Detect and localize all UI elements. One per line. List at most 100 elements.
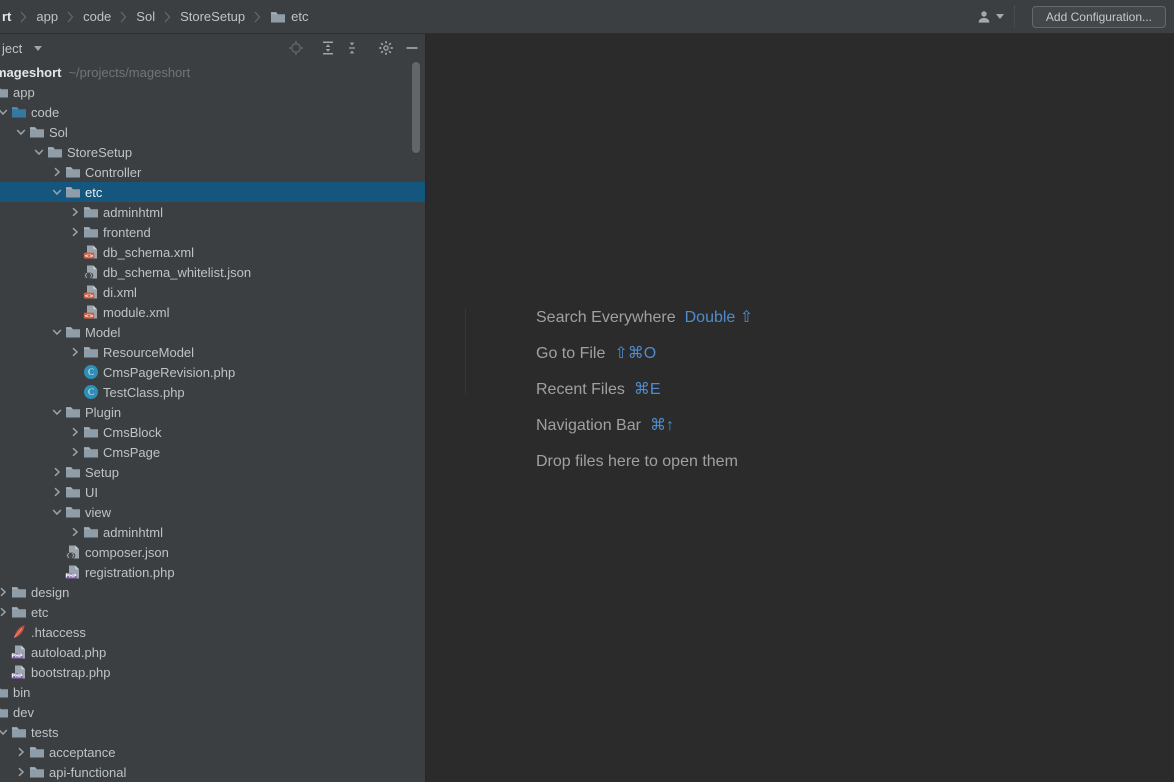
user-menu[interactable] bbox=[976, 9, 1004, 25]
tree-row[interactable]: PHP autoload.php bbox=[0, 642, 425, 662]
tree-item-label: db_schema.xml bbox=[103, 244, 195, 260]
chevron-expanded-icon[interactable] bbox=[0, 104, 11, 120]
tree-row[interactable]: { } composer.json bbox=[0, 542, 425, 562]
chevron-collapsed-icon[interactable] bbox=[67, 204, 83, 220]
tree-row[interactable]: .htaccess bbox=[0, 622, 425, 642]
tree-row[interactable]: CmsPage bbox=[0, 442, 425, 462]
chevron-expanded-icon[interactable] bbox=[49, 404, 65, 420]
add-configuration-button[interactable]: Add Configuration... bbox=[1031, 5, 1166, 28]
tree-item-label: ResourceModel bbox=[103, 344, 195, 360]
tree-row[interactable]: adminhtml bbox=[0, 202, 425, 222]
collapse-all-icon[interactable] bbox=[344, 40, 360, 56]
breadcrumb-item-root[interactable]: rt bbox=[2, 9, 11, 24]
tree-row[interactable]: adminhtml bbox=[0, 522, 425, 542]
chevron-expanded-icon[interactable] bbox=[13, 124, 29, 140]
tree-row[interactable]: C TestClass.php bbox=[0, 382, 425, 402]
tree-row[interactable]: <> di.xml bbox=[0, 282, 425, 302]
tree-row[interactable]: Plugin bbox=[0, 402, 425, 422]
chevron-expanded-icon[interactable] bbox=[49, 184, 65, 200]
expand-all-icon[interactable] bbox=[320, 40, 336, 56]
folder-icon bbox=[270, 9, 286, 25]
breadcrumb-separator bbox=[120, 11, 127, 23]
chevron-expanded-icon[interactable] bbox=[0, 724, 11, 740]
chevron-collapsed-icon[interactable] bbox=[67, 344, 83, 360]
tree-row[interactable]: ResourceModel bbox=[0, 342, 425, 362]
shortcut-row: Navigation Bar ⌘↑ bbox=[536, 408, 753, 444]
chevron-expanded-icon[interactable] bbox=[49, 324, 65, 340]
tree-row[interactable]: acceptance bbox=[0, 742, 425, 762]
tree-item-label: mageshort bbox=[0, 64, 62, 80]
tree-item-label: registration.php bbox=[85, 564, 175, 580]
tree-row[interactable]: etc bbox=[0, 602, 425, 622]
chevron-collapsed-icon[interactable] bbox=[49, 484, 65, 500]
tree-row[interactable]: C CmsPageRevision.php bbox=[0, 362, 425, 382]
tree-row[interactable]: tests bbox=[0, 722, 425, 742]
tree-item-label: Plugin bbox=[85, 404, 122, 420]
tree-row[interactable]: Controller bbox=[0, 162, 425, 182]
tree-row[interactable]: app bbox=[0, 82, 425, 102]
project-panel: ject mageshort ~/projects/mageshort app … bbox=[0, 34, 426, 782]
chevron-collapsed-icon[interactable] bbox=[67, 224, 83, 240]
chevron-collapsed-icon[interactable] bbox=[0, 584, 11, 600]
tree-row[interactable]: <> db_schema.xml bbox=[0, 242, 425, 262]
folder-icon bbox=[65, 184, 81, 200]
tree-row[interactable]: etc bbox=[0, 182, 425, 202]
tree-row[interactable]: api-functional bbox=[0, 762, 425, 782]
chevron-expanded-icon[interactable] bbox=[31, 144, 47, 160]
tree-row[interactable]: PHP bootstrap.php bbox=[0, 662, 425, 682]
tree-row[interactable]: design bbox=[0, 582, 425, 602]
breadcrumb-separator bbox=[164, 11, 171, 23]
tree-row[interactable]: frontend bbox=[0, 222, 425, 242]
folder-icon bbox=[0, 684, 9, 700]
tree-row[interactable]: PHP registration.php bbox=[0, 562, 425, 582]
ide-window: rt app code Sol StoreSetup etc Add Confi… bbox=[0, 0, 1174, 782]
user-icon bbox=[976, 9, 992, 25]
chevron-collapsed-icon[interactable] bbox=[67, 424, 83, 440]
tree-row[interactable]: UI bbox=[0, 482, 425, 502]
tree-item-label: etc bbox=[85, 184, 103, 200]
shortcut-hints: Search Everywhere Double ⇧ Go to File ⇧⌘… bbox=[536, 300, 753, 480]
chevron-collapsed-icon[interactable] bbox=[13, 764, 29, 780]
tree-row[interactable]: code bbox=[0, 102, 425, 122]
tree-row[interactable]: Sol bbox=[0, 122, 425, 142]
chevron-collapsed-icon[interactable] bbox=[49, 464, 65, 480]
settings-gear-icon[interactable] bbox=[378, 40, 394, 56]
shortcut-label: Search Everywhere bbox=[536, 309, 676, 326]
chevron-collapsed-icon[interactable] bbox=[67, 444, 83, 460]
tree-row[interactable]: mageshort ~/projects/mageshort bbox=[0, 62, 425, 82]
chevron-collapsed-icon[interactable] bbox=[67, 524, 83, 540]
tree-row[interactable]: Model bbox=[0, 322, 425, 342]
breadcrumb-item-etc[interactable]: etc bbox=[270, 9, 308, 25]
folder-icon bbox=[29, 124, 45, 140]
tree-item-label: Setup bbox=[85, 464, 119, 480]
tree-row[interactable]: view bbox=[0, 502, 425, 522]
breadcrumb-item-sol[interactable]: Sol bbox=[136, 9, 155, 24]
chevron-collapsed-icon[interactable] bbox=[13, 744, 29, 760]
chevron-expanded-icon[interactable] bbox=[49, 504, 65, 520]
tree-row[interactable]: { } db_schema_whitelist.json bbox=[0, 262, 425, 282]
breadcrumb-separator bbox=[254, 11, 261, 23]
tree-row[interactable]: CmsBlock bbox=[0, 422, 425, 442]
breadcrumb-item-storesetup[interactable]: StoreSetup bbox=[180, 9, 245, 24]
hide-icon[interactable] bbox=[404, 40, 420, 56]
tree-item-label: tests bbox=[31, 724, 59, 740]
project-tool-window-title[interactable]: ject bbox=[0, 41, 22, 56]
tree-row[interactable]: dev bbox=[0, 702, 425, 722]
shortcut-label: Recent Files bbox=[536, 381, 625, 398]
tree-row[interactable]: StoreSetup bbox=[0, 142, 425, 162]
tree-row[interactable]: bin bbox=[0, 682, 425, 702]
tree-item-label: CmsBlock bbox=[103, 424, 162, 440]
folder-icon bbox=[29, 764, 45, 780]
locate-icon[interactable] bbox=[288, 40, 304, 56]
chevron-down-icon bbox=[995, 14, 1004, 19]
breadcrumb-item-app[interactable]: app bbox=[36, 9, 58, 24]
shortcut-label: Navigation Bar bbox=[536, 417, 641, 434]
tree-row[interactable]: Setup bbox=[0, 462, 425, 482]
tree-item-label: di.xml bbox=[103, 284, 137, 300]
chevron-collapsed-icon[interactable] bbox=[0, 604, 11, 620]
breadcrumb-item-code[interactable]: code bbox=[83, 9, 111, 24]
scrollbar[interactable] bbox=[412, 62, 420, 153]
tree-item-label: api-functional bbox=[49, 764, 127, 780]
tree-row[interactable]: <> module.xml bbox=[0, 302, 425, 322]
chevron-collapsed-icon[interactable] bbox=[49, 164, 65, 180]
